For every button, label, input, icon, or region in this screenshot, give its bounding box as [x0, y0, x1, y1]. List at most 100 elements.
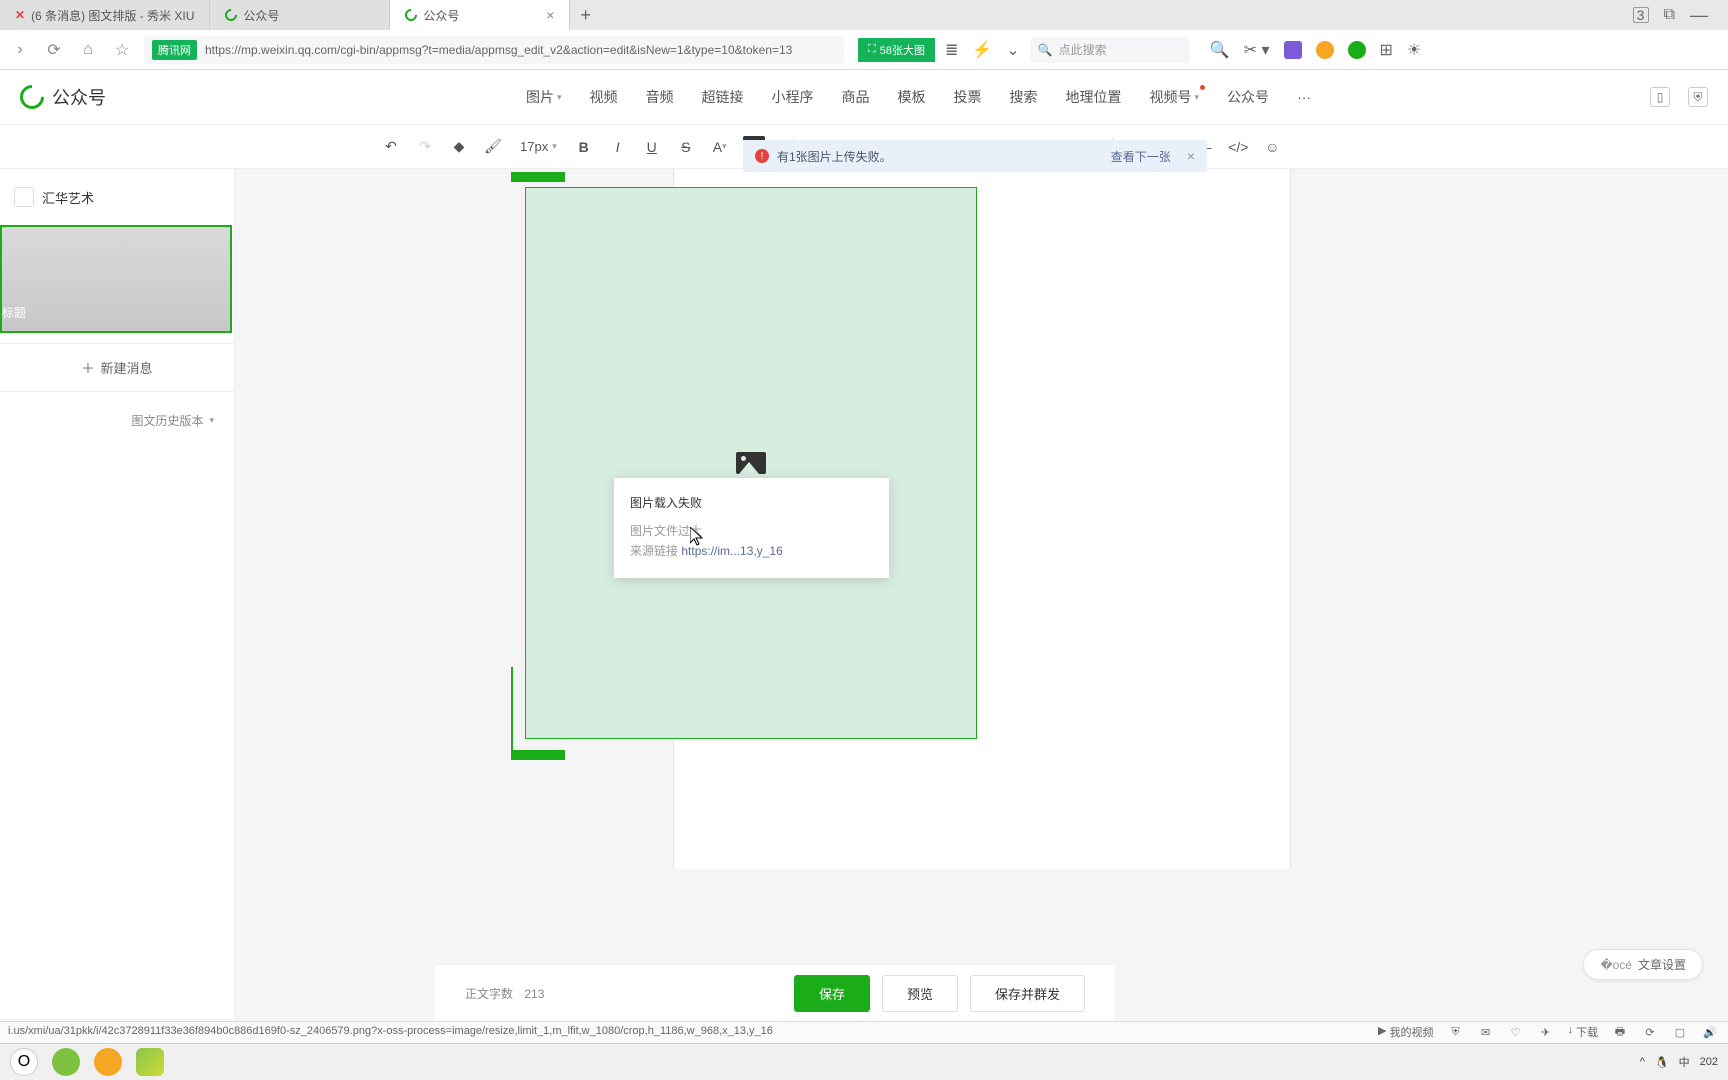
preview-button[interactable]: 预览: [882, 975, 958, 1012]
scissors-icon[interactable]: ✂ ▾: [1244, 40, 1270, 60]
font-size-select[interactable]: 17px▾: [516, 139, 561, 154]
menu-icon[interactable]: ≣: [945, 40, 958, 60]
refresh-icon[interactable]: ⟳: [1642, 1024, 1658, 1040]
insert-template[interactable]: 模板: [898, 87, 926, 107]
url-input[interactable]: 腾讯网 https://mp.weixin.qq.com/cgi-bin/app…: [144, 36, 844, 64]
extension-icon[interactable]: [1316, 41, 1334, 59]
minimize-icon[interactable]: —: [1690, 5, 1708, 26]
url-text: https://mp.weixin.qq.com/cgi-bin/appmsg?…: [205, 43, 792, 57]
download-link[interactable]: ↓下载: [1568, 1024, 1599, 1040]
settings-icon[interactable]: ☀: [1407, 40, 1421, 60]
forward-button[interactable]: ›: [8, 38, 32, 62]
article-thumbnail[interactable]: 标题: [0, 225, 232, 333]
browser-tab-active[interactable]: 公众号 ×: [390, 0, 570, 30]
history-dropdown[interactable]: 图文历史版本 ▾: [0, 392, 234, 449]
close-icon[interactable]: ×: [546, 7, 554, 23]
upload-error-notice: ! 有1张图片上传失败。 查看下一张 ×: [743, 140, 1207, 172]
shield-icon[interactable]: ⛨: [1448, 1024, 1464, 1040]
error-icon: !: [755, 149, 769, 163]
browser-tab[interactable]: ✕ (6 条消息) 图文排版 - 秀米 XIU: [0, 0, 210, 30]
insert-audio[interactable]: 音频: [646, 87, 674, 107]
insert-vote[interactable]: 投票: [954, 87, 982, 107]
save-button[interactable]: 保存: [794, 975, 870, 1012]
tooltip-reason: 图片文件过大: [630, 521, 873, 541]
insert-location[interactable]: 地理位置: [1066, 87, 1122, 107]
video-link[interactable]: ▶我的视频: [1378, 1024, 1433, 1040]
windows-taskbar: O ^ 🐧 中 202: [0, 1043, 1728, 1080]
underline-button[interactable]: U: [641, 136, 663, 158]
tab-label: 公众号: [243, 7, 279, 24]
browser-tab-bar: ✕ (6 条消息) 图文排版 - 秀米 XIU 公众号 公众号 × + 3 ⧉ …: [0, 0, 1728, 30]
mouse-cursor: [690, 527, 706, 547]
emoji-button[interactable]: ☺: [1261, 136, 1283, 158]
extension-icon[interactable]: [1348, 41, 1366, 59]
home-button[interactable]: ⌂: [76, 38, 100, 62]
rocket-icon[interactable]: ✈: [1538, 1024, 1554, 1040]
print-icon[interactable]: 🖶: [1612, 1024, 1628, 1040]
tray-icon[interactable]: 🐧: [1655, 1056, 1669, 1069]
insert-video[interactable]: 视频: [590, 87, 618, 107]
image-icon: [736, 452, 766, 474]
heart-icon[interactable]: ♡: [1508, 1024, 1524, 1040]
font-color-button[interactable]: A▾: [709, 136, 731, 158]
tray-clock[interactable]: 202: [1700, 1056, 1718, 1068]
article-settings-button[interactable]: �océ 文章设置: [1583, 949, 1703, 980]
undo-button[interactable]: ↶: [380, 136, 402, 158]
search-icon[interactable]: 🔍: [1210, 40, 1230, 60]
browser-tab[interactable]: 公众号: [210, 0, 390, 30]
editor-area: [235, 169, 1728, 1019]
insert-product[interactable]: 商品: [842, 87, 870, 107]
refresh-button[interactable]: ⟳: [42, 38, 66, 62]
italic-button[interactable]: I: [607, 136, 629, 158]
taskbar-app[interactable]: [52, 1048, 80, 1076]
extensions-icon[interactable]: ⧉: [1664, 6, 1675, 24]
new-message-button[interactable]: ＋ 新建消息: [0, 343, 234, 392]
phone-preview-icon[interactable]: ▯: [1650, 87, 1670, 107]
window-icon[interactable]: ▢: [1672, 1024, 1688, 1040]
tab-counter[interactable]: 3: [1633, 7, 1649, 23]
avatar: [14, 187, 34, 207]
flash-icon[interactable]: ⚡: [972, 40, 992, 60]
insert-account[interactable]: 公众号: [1227, 87, 1269, 107]
extension-icon[interactable]: [1284, 41, 1302, 59]
mail-icon[interactable]: ✉: [1478, 1024, 1494, 1040]
insert-miniprogram[interactable]: 小程序: [772, 87, 814, 107]
failed-image-placeholder[interactable]: [525, 187, 977, 739]
address-bar: › ⟳ ⌂ ☆ 腾讯网 https://mp.weixin.qq.com/cgi…: [0, 30, 1728, 70]
taskbar-start[interactable]: O: [10, 1048, 38, 1076]
bold-button[interactable]: B: [573, 136, 595, 158]
insert-more[interactable]: ···: [1297, 87, 1311, 107]
save-send-button[interactable]: 保存并群发: [970, 975, 1085, 1012]
chevron-down-icon[interactable]: ⌄: [1006, 40, 1019, 60]
apps-icon[interactable]: ⊞: [1380, 40, 1393, 60]
tray-ime[interactable]: 中: [1679, 1054, 1690, 1070]
image-count-badge[interactable]: ⛶58张大图: [858, 38, 935, 62]
word-count: 正文字数 213: [465, 985, 544, 1002]
new-tab-button[interactable]: +: [570, 5, 601, 26]
taskbar-app[interactable]: [94, 1048, 122, 1076]
app-logo[interactable]: 公众号: [20, 84, 106, 110]
app-header: 公众号 图片▾ 视频 音频 超链接 小程序 商品 模板 投票 搜索 地理位置 视…: [0, 70, 1728, 125]
chevron-down-icon: ▾: [209, 415, 214, 426]
insert-image[interactable]: 图片▾: [526, 87, 562, 107]
insert-search[interactable]: 搜索: [1010, 87, 1038, 107]
close-icon[interactable]: ×: [1187, 148, 1195, 164]
speaker-icon[interactable]: 🔊: [1702, 1024, 1718, 1040]
favorite-button[interactable]: ☆: [110, 38, 134, 62]
block-handle[interactable]: [511, 172, 565, 182]
insert-channel[interactable]: 视频号▾: [1150, 87, 1200, 107]
insert-link[interactable]: 超链接: [702, 87, 744, 107]
account-row[interactable]: 汇华艺术: [0, 179, 234, 215]
search-input[interactable]: 🔍 点此搜索: [1030, 37, 1190, 63]
code-button[interactable]: </>: [1227, 136, 1249, 158]
chevron-down-icon: �océ: [1600, 958, 1632, 972]
clear-format-button[interactable]: ◆: [448, 136, 470, 158]
strikethrough-button[interactable]: S: [675, 136, 697, 158]
view-next-link[interactable]: 查看下一张: [1111, 148, 1171, 165]
block-handle[interactable]: [511, 750, 565, 760]
tray-chevron-icon[interactable]: ^: [1640, 1056, 1645, 1068]
format-painter-button[interactable]: 🖌: [482, 136, 504, 158]
shield-icon[interactable]: ⛨: [1688, 87, 1708, 107]
taskbar-app[interactable]: [136, 1048, 164, 1076]
redo-button[interactable]: ↷: [414, 136, 436, 158]
